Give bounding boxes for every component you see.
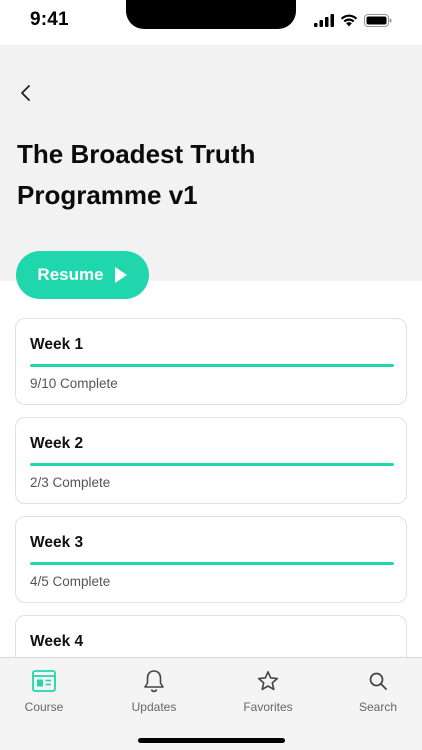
week-progress-fill xyxy=(30,364,394,367)
week-status: 9/10 Complete xyxy=(30,376,118,391)
week-progress-bar xyxy=(30,463,394,466)
weeks-list: Week 1 9/10 Complete Week 2 2/3 Complete… xyxy=(15,318,407,714)
chevron-left-icon xyxy=(21,85,30,101)
week-status: 2/3 Complete xyxy=(30,475,111,490)
tab-favorites[interactable]: Favorites xyxy=(228,668,308,714)
tab-search[interactable]: Search xyxy=(338,668,418,714)
tab-label: Favorites xyxy=(243,700,293,714)
search-icon xyxy=(369,672,387,690)
week-title: Week 4 xyxy=(30,633,84,650)
week-progress-bar xyxy=(30,364,394,367)
course-header: The Broadest Truth Programme v1 xyxy=(0,45,422,281)
week-card[interactable]: Week 2 2/3 Complete xyxy=(15,417,407,504)
week-status: 4/5 Complete xyxy=(30,574,111,589)
week-card[interactable]: Week 1 9/10 Complete xyxy=(15,318,407,405)
status-bar: 9:41 xyxy=(0,0,422,45)
star-icon xyxy=(257,671,279,691)
week-card[interactable]: Week 3 4/5 Complete xyxy=(15,516,407,603)
tab-course[interactable]: Course xyxy=(4,668,84,714)
status-time: 9:41 xyxy=(30,9,69,30)
page-title: The Broadest Truth Programme v1 xyxy=(17,139,256,210)
week-title: Week 2 xyxy=(30,435,84,452)
wifi-icon xyxy=(340,14,358,26)
device-notch xyxy=(126,0,296,29)
back-button[interactable] xyxy=(10,78,40,108)
week-progress-fill xyxy=(30,463,394,466)
resume-button-label: Resume xyxy=(37,265,104,284)
home-indicator xyxy=(138,738,285,743)
resume-button[interactable]: Resume xyxy=(16,251,149,299)
tab-label: Search xyxy=(358,700,398,714)
status-icons xyxy=(314,12,392,28)
play-icon xyxy=(114,267,127,283)
week-progress-bar xyxy=(30,562,394,565)
tab-label: Updates xyxy=(131,700,177,714)
battery-icon xyxy=(364,13,392,27)
tab-label: Course xyxy=(24,700,64,714)
bell-icon xyxy=(144,670,164,693)
week-title: Week 1 xyxy=(30,336,84,353)
week-progress-fill xyxy=(30,562,394,565)
tab-updates[interactable]: Updates xyxy=(114,668,194,714)
week-title: Week 3 xyxy=(30,534,84,551)
course-icon xyxy=(32,670,56,692)
tab-bar: Course Updates Favorites Search xyxy=(0,657,422,750)
cellular-signal-icon xyxy=(314,13,334,27)
